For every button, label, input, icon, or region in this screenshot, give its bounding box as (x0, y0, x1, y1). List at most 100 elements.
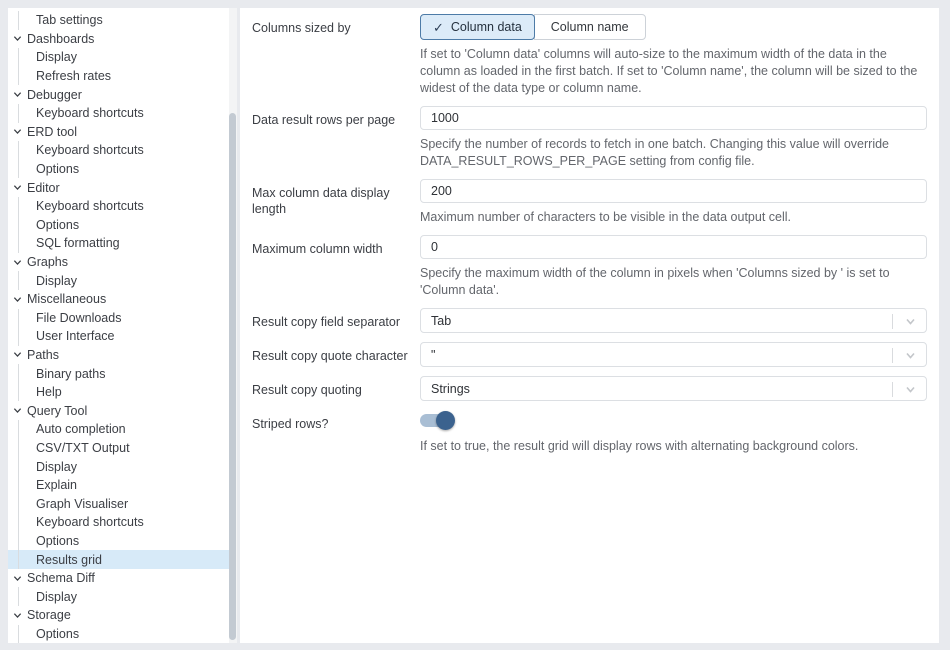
select-value: Strings (431, 382, 470, 396)
sidebar-group-graphs[interactable]: Graphs (8, 253, 237, 272)
sidebar-item-label: Keyboard shortcuts (36, 106, 144, 120)
field-label: Striped rows? (252, 410, 420, 455)
sidebar-item-display[interactable]: Display (8, 48, 237, 67)
sidebar-item-options[interactable]: Options (8, 160, 237, 179)
striped-rows-row: Striped rows? If set to true, the result… (252, 410, 927, 455)
sidebar-item-results-grid[interactable]: Results grid (8, 550, 237, 569)
field-control: Strings (420, 376, 927, 401)
tree-indent-line (18, 197, 19, 216)
column-name-button[interactable]: Column name (534, 14, 646, 40)
sidebar-item-file-downloads[interactable]: File Downloads (8, 309, 237, 328)
sidebar-item-options[interactable]: Options (8, 625, 237, 643)
field-control: Specify the maximum width of the column … (420, 235, 927, 299)
max-column-width-input[interactable] (420, 235, 927, 259)
sidebar-item-label: Options (36, 218, 79, 232)
tree-indent-line (18, 494, 19, 513)
sidebar-item-binary-paths[interactable]: Binary paths (8, 364, 237, 383)
sidebar-item-display[interactable]: Display (8, 457, 237, 476)
sidebar-item-label: Dashboards (27, 32, 94, 46)
field-label: Maximum column width (252, 235, 420, 299)
tree-indent-line (18, 457, 19, 476)
sidebar-item-label: Graph Visualiser (36, 497, 128, 511)
sidebar-group-storage[interactable]: Storage (8, 606, 237, 625)
quote-character-select[interactable]: " (420, 342, 927, 367)
sidebar-item-display[interactable]: Display (8, 271, 237, 290)
field-help-text: If set to 'Column data' columns will aut… (420, 46, 927, 97)
chevron-down-icon (13, 574, 22, 583)
sidebar-item-label: Tab settings (36, 13, 103, 27)
select-value: " (431, 348, 435, 362)
sidebar-item-help[interactable]: Help (8, 383, 237, 402)
field-label: Result copy field separator (252, 308, 420, 333)
preferences-sidebar: Tab settings Dashboards Display Refresh rat… (8, 8, 237, 643)
sidebar-scrollbar[interactable] (229, 113, 236, 640)
sidebar-group-dashboards[interactable]: Dashboards (8, 30, 237, 49)
select-separator (892, 314, 893, 329)
chevron-down-icon (905, 384, 916, 395)
quoting-select[interactable]: Strings (420, 376, 927, 401)
max-display-length-input[interactable] (420, 179, 927, 203)
field-help-text: Specify the number of records to fetch i… (420, 136, 927, 170)
sidebar-item-label: Schema Diff (27, 571, 95, 585)
sidebar-group-miscellaneous[interactable]: Miscellaneous (8, 290, 237, 309)
sidebar-item-label: Options (36, 627, 79, 641)
tree-indent-line (18, 532, 19, 551)
sidebar-item-keyboard-shortcuts[interactable]: Keyboard shortcuts (8, 513, 237, 532)
sidebar-item-display[interactable]: Display (8, 587, 237, 606)
chevron-down-icon (13, 350, 22, 359)
field-control: If set to true, the result grid will dis… (420, 410, 927, 455)
tree-indent-line (18, 383, 19, 402)
field-control: " (420, 342, 927, 367)
chevron-down-icon (13, 127, 22, 136)
chevron-down-icon (13, 90, 22, 99)
sidebar-item-user-interface[interactable]: User Interface (8, 327, 237, 346)
sidebar-group-schema-diff[interactable]: Schema Diff (8, 569, 237, 588)
sidebar-item-csv-txt-output[interactable]: CSV/TXT Output (8, 439, 237, 458)
chevron-down-icon (13, 406, 22, 415)
column-name-button-label: Column name (551, 20, 629, 34)
field-separator-row: Result copy field separator Tab (252, 308, 927, 333)
field-label: Columns sized by (252, 14, 420, 97)
tree-indent-line (18, 587, 19, 606)
sidebar-item-label: Keyboard shortcuts (36, 515, 144, 529)
sidebar-item-keyboard-shortcuts[interactable]: Keyboard shortcuts (8, 104, 237, 123)
sidebar-item-tab-settings[interactable]: Tab settings (8, 11, 237, 30)
sidebar-group-debugger[interactable]: Debugger (8, 85, 237, 104)
rows-per-page-input[interactable] (420, 106, 927, 130)
toggle-knob (436, 411, 455, 430)
sidebar-item-keyboard-shortcuts[interactable]: Keyboard shortcuts (8, 141, 237, 160)
tree-indent-line (18, 141, 19, 160)
sidebar-group-paths[interactable]: Paths (8, 346, 237, 365)
sidebar-item-explain[interactable]: Explain (8, 476, 237, 495)
sidebar-item-label: Paths (27, 348, 59, 362)
sidebar-group-query-tool[interactable]: Query Tool (8, 401, 237, 420)
field-control: Specify the number of records to fetch i… (420, 106, 927, 170)
striped-rows-toggle[interactable] (420, 410, 456, 430)
check-icon: ✓ (433, 21, 444, 34)
sidebar-item-keyboard-shortcuts[interactable]: Keyboard shortcuts (8, 197, 237, 216)
tree-indent-line (18, 48, 19, 67)
sidebar-group-erd-tool[interactable]: ERD tool (8, 123, 237, 142)
sidebar-group-editor[interactable]: Editor (8, 178, 237, 197)
select-separator (892, 348, 893, 363)
tree-indent-line (18, 271, 19, 290)
chevron-down-icon (13, 34, 22, 43)
sidebar-item-sql-formatting[interactable]: SQL formatting (8, 234, 237, 253)
sidebar-item-label: Refresh rates (36, 69, 111, 83)
sidebar-item-options[interactable]: Options (8, 532, 237, 551)
column-data-button[interactable]: ✓ Column data (420, 14, 535, 40)
sidebar-item-label: Keyboard shortcuts (36, 199, 144, 213)
tree-indent-line (18, 11, 19, 30)
sidebar-item-options[interactable]: Options (8, 216, 237, 235)
tree-indent-line (18, 104, 19, 123)
field-label: Result copy quoting (252, 376, 420, 401)
sidebar-item-auto-completion[interactable]: Auto completion (8, 420, 237, 439)
field-separator-select[interactable]: Tab (420, 308, 927, 333)
tree-indent-line (18, 420, 19, 439)
quote-character-row: Result copy quote character " (252, 342, 927, 367)
tree-indent-line (18, 625, 19, 643)
field-label: Data result rows per page (252, 106, 420, 170)
sidebar-item-graph-visualiser[interactable]: Graph Visualiser (8, 494, 237, 513)
tree-indent-line (18, 513, 19, 532)
sidebar-item-refresh-rates[interactable]: Refresh rates (8, 67, 237, 86)
